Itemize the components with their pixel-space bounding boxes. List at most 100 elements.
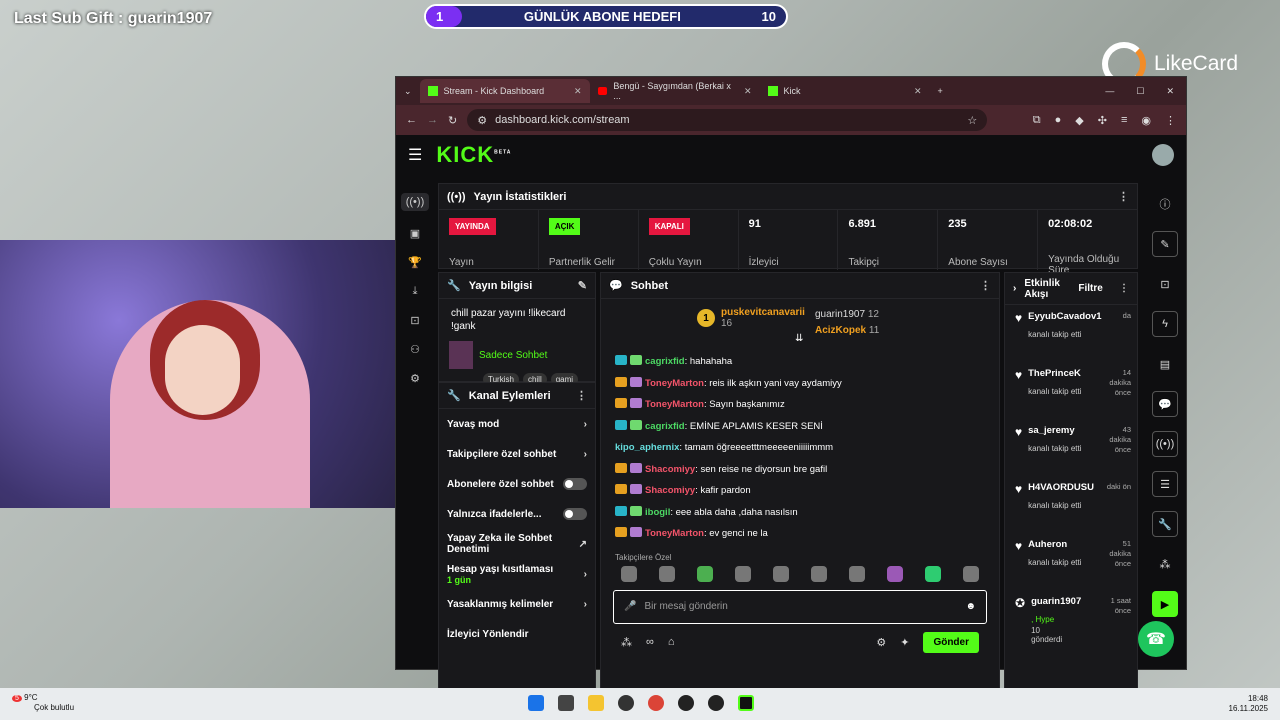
leaderboard-name[interactable]: puskevitcanavarii — [721, 307, 805, 318]
settings-icon[interactable]: ⚙ — [410, 372, 420, 385]
microphone-icon[interactable]: 🎤 — [624, 601, 636, 612]
windows-start-icon[interactable] — [528, 695, 544, 711]
clock[interactable]: 18:48 16.11.2025 — [1229, 694, 1268, 715]
server-icon[interactable]: ☰ — [1152, 471, 1178, 497]
support-chat-icon[interactable]: ☎ — [1138, 621, 1174, 657]
emote[interactable] — [621, 565, 637, 582]
menu-dots-icon[interactable]: ⋮ — [1165, 114, 1176, 127]
translate-icon[interactable]: ⧉ — [1033, 114, 1041, 127]
chat-username[interactable]: ToneyMarton — [645, 528, 704, 539]
emote-only-option[interactable]: Yalnızca ifadelerle... — [439, 499, 595, 529]
emote[interactable] — [811, 565, 827, 582]
emote[interactable] — [735, 565, 751, 582]
wrench-icon[interactable]: 🔧 — [1152, 511, 1178, 537]
chat-username[interactable]: ToneyMarton — [645, 399, 704, 410]
avatar[interactable] — [1152, 144, 1174, 166]
document-icon[interactable]: ▤ — [1152, 351, 1178, 377]
tab-kick-dashboard[interactable]: Stream - Kick Dashboard ✕ — [419, 79, 590, 103]
close-icon[interactable]: ✕ — [574, 86, 582, 97]
emoji-icon[interactable]: ☻ — [965, 601, 976, 612]
emote[interactable] — [925, 565, 941, 582]
dots-cluster-icon[interactable]: ⁂ — [1152, 551, 1178, 577]
activity-username[interactable]: sa_jeremy — [1028, 425, 1074, 436]
close-icon[interactable]: ✕ — [914, 86, 922, 97]
activity-username[interactable]: Auheron — [1028, 539, 1067, 550]
banned-words-option[interactable]: Yasaklanmış kelimeler › — [439, 589, 595, 619]
chat-username[interactable]: cagrixfid — [645, 421, 685, 432]
taskview-icon[interactable] — [558, 695, 574, 711]
forward-icon[interactable]: → — [427, 114, 438, 126]
activity-username[interactable]: H4VAORDUSU — [1028, 482, 1094, 493]
send-button[interactable]: Gönder — [923, 631, 979, 653]
scan-icon[interactable]: ⊡ — [410, 314, 419, 327]
maximize-icon[interactable]: ☐ — [1136, 86, 1144, 97]
menu-dots-icon[interactable]: ⋮ — [980, 279, 991, 292]
slow-mode-option[interactable]: Yavaş mod › — [439, 409, 595, 439]
extensions-puzzle-icon[interactable]: ✣ — [1098, 114, 1107, 127]
scan-icon[interactable]: ⊡ — [1152, 271, 1178, 297]
account-age-option[interactable]: Hesap yaşı kısıtlaması 1 gün › — [439, 559, 595, 589]
activity-username[interactable]: EyyubCavadov1 — [1028, 311, 1101, 322]
chat-icon[interactable]: 💬 — [1152, 391, 1178, 417]
extension-icon[interactable]: ● — [1055, 114, 1062, 127]
host-viewers-option[interactable]: İzleyici Yönlendir — [439, 619, 595, 649]
kick-app-icon[interactable] — [738, 695, 754, 711]
back-icon[interactable]: ← — [406, 114, 417, 126]
bookmark-star-icon[interactable]: ☆ — [967, 114, 977, 127]
emote[interactable] — [963, 565, 979, 582]
media-icon[interactable]: ▣ — [410, 227, 420, 240]
subscribers-only-option[interactable]: Abonelere özel sohbet — [439, 469, 595, 499]
activity-username[interactable]: guarin1907 — [1031, 596, 1081, 607]
chat-username[interactable]: Shacomiyy — [645, 464, 695, 475]
download-icon[interactable]: ⤓ — [413, 285, 418, 298]
trophy-icon[interactable]: 🏆 — [408, 256, 422, 269]
chat-username[interactable]: Shacomiyy — [645, 485, 695, 496]
minimize-icon[interactable]: — — [1105, 86, 1114, 97]
chat-username[interactable]: ibogil — [645, 507, 670, 518]
chat-input[interactable]: 🎤 Bir mesaj gönderin ☻ — [613, 589, 987, 624]
users-icon[interactable]: ⚇ — [410, 343, 420, 356]
emote[interactable] — [697, 565, 713, 582]
broadcast-icon[interactable]: ((•)) — [400, 193, 430, 211]
store-icon[interactable]: ⌂ — [668, 636, 675, 648]
infinity-icon[interactable]: ∞ — [646, 636, 654, 648]
leaderboard-name[interactable]: AcizKopek — [815, 325, 866, 336]
close-window-icon[interactable]: ✕ — [1166, 86, 1174, 97]
app-icon[interactable] — [678, 695, 694, 711]
app-icon[interactable] — [708, 695, 724, 711]
toggle-switch[interactable] — [563, 508, 587, 520]
chat-username[interactable]: cagrixfid — [645, 356, 685, 367]
emote[interactable] — [659, 565, 675, 582]
url-field[interactable]: ⚙ dashboard.kick.com/stream ☆ — [467, 109, 988, 131]
activity-username[interactable]: ThePrinceK — [1028, 368, 1081, 379]
stream-category[interactable]: Sadece Sohbet — [439, 337, 595, 373]
emote[interactable] — [773, 565, 789, 582]
tab-kick[interactable]: Kick ✕ — [760, 79, 930, 103]
tab-search-icon[interactable]: ⌄ — [396, 86, 420, 97]
broadcast-icon[interactable]: ((•)) — [1152, 431, 1178, 457]
hamburger-menu-icon[interactable]: ☰ — [408, 145, 422, 165]
edit-icon[interactable]: ✎ — [578, 279, 587, 292]
chat-username[interactable]: kipo_aphernix — [615, 442, 679, 453]
chrome-icon[interactable] — [648, 695, 664, 711]
new-tab-icon[interactable]: + — [930, 86, 951, 96]
profile-icon[interactable]: ◉ — [1141, 114, 1151, 127]
app-icon[interactable] — [618, 695, 634, 711]
filter-button[interactable]: Filtre — [1078, 283, 1102, 294]
site-info-icon[interactable]: ⚙ — [477, 114, 487, 127]
dots-cluster-icon[interactable]: ⁂ — [621, 636, 632, 649]
emote[interactable] — [887, 565, 903, 582]
chevron-right-icon[interactable]: › — [1013, 283, 1016, 294]
chat-username[interactable]: ToneyMarton — [645, 378, 704, 389]
playlist-icon[interactable]: ≡ — [1121, 114, 1127, 127]
followers-only-option[interactable]: Takipçilere özel sohbet › — [439, 439, 595, 469]
close-icon[interactable]: ✕ — [744, 86, 752, 97]
extension-icon[interactable]: ◆ — [1075, 114, 1083, 127]
menu-dots-icon[interactable]: ⋮ — [1119, 283, 1129, 294]
scroll-down-icon[interactable]: ⇊ — [795, 333, 803, 344]
settings-icon[interactable]: ⚙ — [876, 636, 886, 649]
reload-icon[interactable]: ↻ — [448, 114, 457, 127]
edit-icon[interactable]: ✎ — [1152, 231, 1178, 257]
leaderboard-name[interactable]: guarin1907 — [815, 309, 865, 320]
toggle-switch[interactable] — [563, 478, 587, 490]
